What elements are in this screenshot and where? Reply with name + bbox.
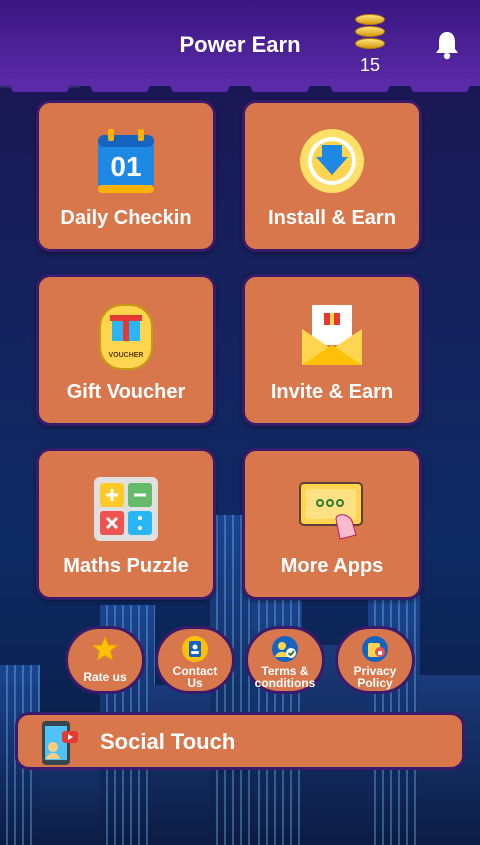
privacy-icon — [362, 636, 388, 662]
download-icon — [300, 129, 364, 193]
maths-puzzle-label: Maths Puzzle — [63, 555, 189, 577]
contact-us-label: Contact Us — [172, 664, 218, 690]
daily-checkin-card[interactable]: 01 Daily Checkin — [36, 100, 216, 252]
install-earn-label: Install & Earn — [268, 207, 396, 229]
calculator-icon — [94, 477, 158, 541]
privacy-policy-button[interactable]: Privacy Policy — [335, 626, 415, 694]
social-touch-button[interactable]: Social Touch — [15, 712, 465, 770]
social-touch-label: Social Touch — [100, 729, 236, 754]
maths-puzzle-card[interactable]: Maths Puzzle — [36, 448, 216, 600]
calendar-icon: 01 — [98, 129, 154, 193]
more-apps-label: More Apps — [280, 555, 384, 577]
coin-balance[interactable]: 15 — [350, 14, 390, 76]
invite-earn-label: Invite & Earn — [270, 381, 394, 403]
calendar-icon-text: 01 — [110, 151, 141, 182]
terms-conditions-button[interactable]: Terms & conditions — [245, 626, 325, 694]
invite-earn-card[interactable]: Invite & Earn — [242, 274, 422, 426]
rate-us-button[interactable]: Rate us — [65, 626, 145, 694]
contact-us-button[interactable]: Contact Us — [155, 626, 235, 694]
gift-voucher-icon: VOUCHER — [99, 304, 153, 370]
social-touch-icon — [42, 721, 78, 765]
app-title: Power Earn — [179, 32, 301, 57]
terms-icon — [272, 636, 298, 662]
rate-us-label: Rate us — [83, 670, 127, 684]
install-earn-card[interactable]: Install & Earn — [242, 100, 422, 252]
bell-icon[interactable] — [434, 30, 460, 60]
voucher-icon-text: VOUCHER — [108, 352, 143, 359]
more-apps-card[interactable]: More Apps — [242, 448, 422, 600]
envelope-gift-icon — [302, 305, 362, 365]
terms-conditions-label: Terms & conditions — [254, 664, 316, 690]
gift-voucher-label: Gift Voucher — [66, 381, 186, 403]
daily-checkin-label: Daily Checkin — [60, 207, 192, 229]
coin-count: 15 — [359, 55, 381, 75]
coin-stack-icon — [350, 14, 390, 49]
privacy-policy-label: Privacy Policy — [353, 664, 397, 690]
star-icon — [91, 635, 119, 662]
contact-book-icon — [182, 636, 208, 662]
gift-voucher-card[interactable]: VOUCHER Gift Voucher — [36, 274, 216, 426]
app-header: Power Earn 15 — [0, 0, 480, 92]
apps-screen-icon — [299, 482, 363, 540]
